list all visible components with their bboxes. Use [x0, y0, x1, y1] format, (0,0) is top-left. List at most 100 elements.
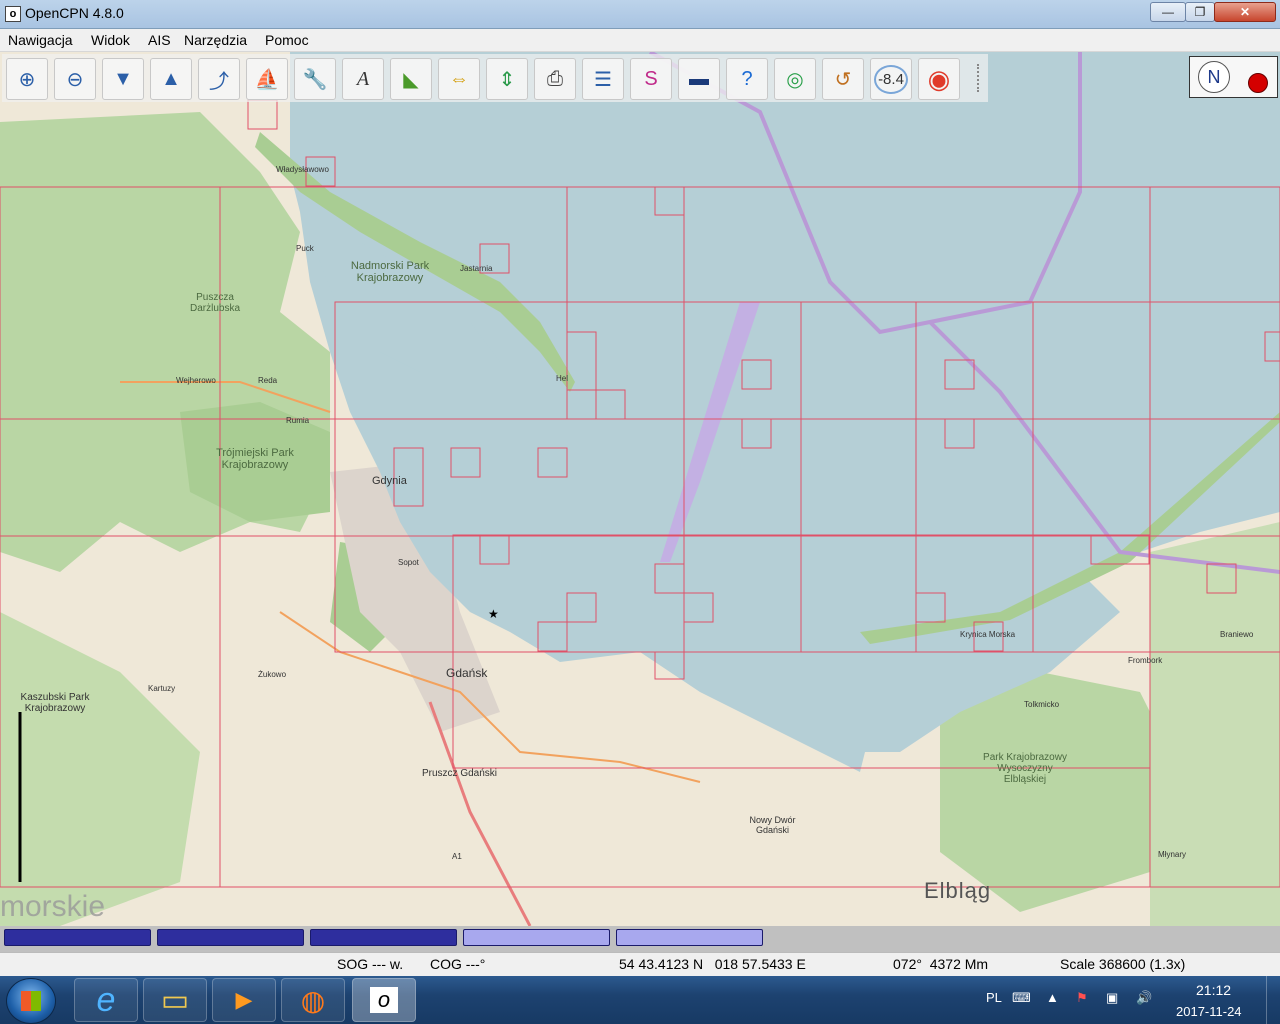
text-toggle-icon: A	[356, 67, 370, 90]
toolbar-grip[interactable]	[977, 64, 985, 92]
settings-button[interactable]: 🔧	[294, 58, 336, 100]
help-button[interactable]: ?	[726, 58, 768, 100]
taskbar-firefox[interactable]: ◍	[281, 978, 345, 1022]
taskbar-internet-explorer[interactable]: e	[74, 978, 138, 1022]
zoom-in-button[interactable]: ⊕	[6, 58, 48, 100]
action-center-icon[interactable]: ⚑	[1076, 990, 1088, 1006]
north-arrow-icon: N	[1198, 61, 1230, 93]
show-desktop-button[interactable]	[1266, 976, 1280, 1024]
map-label: Reda	[258, 376, 278, 385]
network-icon[interactable]: ▣	[1106, 990, 1118, 1006]
color-scheme-button[interactable]: ▬	[678, 58, 720, 100]
map-label: Nadmorski Park Krajobrazowy	[350, 260, 430, 284]
taskbar-file-explorer[interactable]: ▭	[143, 978, 207, 1022]
enc-light-icon: ◣	[403, 68, 419, 91]
route-manager-button[interactable]: ☰	[582, 58, 624, 100]
map-label: Żukowo	[258, 670, 287, 679]
status-bar: SOG --- w. COG ---° 54 43.4123 N 018 57.…	[0, 952, 1280, 977]
taskbar: e ▭ ▶ ◍ o PL ⌨ ▲ ⚑ ▣ 🔊 21:12 2017-11-24	[0, 976, 1280, 1024]
map-label: Wejherowo	[176, 376, 216, 385]
track-icon: S	[644, 67, 658, 90]
chart-bar	[0, 926, 1280, 952]
tide-height-icon: -8.4	[874, 64, 908, 94]
minimize-button[interactable]: —	[1150, 2, 1186, 22]
clock-time[interactable]: 21:12	[1196, 982, 1231, 998]
ais-button[interactable]: ◎	[774, 58, 816, 100]
chart-quilt-button[interactable]	[463, 929, 610, 946]
own-ship-marker: ★	[488, 607, 499, 621]
map-label: Trójmiejski Park Krajobrazowy	[216, 447, 294, 471]
menu-bar: Nawigacja Widok AIS Narzędzia Pomoc	[0, 29, 1280, 52]
map-label: Kaszubski Park Krajobrazowy	[20, 692, 90, 714]
compass-widget[interactable]: N	[1189, 56, 1278, 98]
close-button[interactable]: ✕	[1214, 2, 1276, 22]
language-indicator[interactable]: PL	[986, 990, 1002, 1005]
forest-area-east	[1150, 522, 1280, 926]
cog-readout: COG ---°	[430, 956, 486, 972]
tide-button[interactable]: ⇕	[486, 58, 528, 100]
follow-ship-button[interactable]: ⛵	[246, 58, 288, 100]
print-icon: ⎙	[547, 67, 563, 90]
file-explorer-icon: ▭	[160, 983, 190, 1017]
zoom-out-button[interactable]: ⊖	[54, 58, 96, 100]
maximize-button[interactable]: ❐	[1185, 2, 1215, 22]
map-label: Gdynia	[372, 475, 407, 487]
window-title: OpenCPN 4.8.0	[25, 5, 124, 21]
tide-height-button[interactable]: -8.4	[870, 58, 912, 100]
start-button[interactable]	[6, 978, 56, 1024]
taskbar-opencpn[interactable]: o	[352, 978, 416, 1022]
chart-quilt-button[interactable]	[4, 929, 151, 946]
scale-up-icon: ▲	[161, 67, 181, 90]
map-label: Młynary	[1158, 850, 1187, 859]
gps-status-icon	[1238, 63, 1268, 93]
menu-widok[interactable]: Widok	[91, 32, 130, 48]
chart-quilt-button[interactable]	[310, 929, 457, 946]
mob-line-button[interactable]: ↺	[822, 58, 864, 100]
scale-readout: Scale 368600 (1.3x)	[1060, 956, 1186, 972]
current-button[interactable]: ⇔	[438, 58, 480, 100]
menu-ais[interactable]: AIS	[148, 32, 171, 48]
windows-logo-icon	[21, 991, 41, 1011]
text-toggle-button[interactable]: A	[342, 58, 384, 100]
clock-date[interactable]: 2017-11-24	[1176, 1004, 1242, 1019]
settings-wrench-icon: 🔧	[302, 68, 328, 91]
tide-icon: ⇕	[498, 68, 516, 91]
map-label: A1	[452, 852, 462, 861]
internet-explorer-icon: e	[96, 980, 116, 1019]
man-overboard-icon: ◉	[927, 63, 951, 94]
map-label: Braniewo	[1220, 630, 1254, 639]
map-label: Elbląg	[924, 878, 992, 903]
map-label: Hel	[556, 374, 569, 383]
menu-pomoc[interactable]: Pomoc	[265, 32, 309, 48]
chart-quilt-button[interactable]	[157, 929, 304, 946]
menu-narzedzia[interactable]: Narzędzia	[184, 32, 247, 48]
track-button[interactable]: S	[630, 58, 672, 100]
scale-down-button[interactable]: ▼	[102, 58, 144, 100]
map-label: Frombork	[1128, 656, 1163, 665]
toolbar: ⊕ ⊖ ▼ ▲ ⤴ ⛵ 🔧 A ◣ ⇔ ⇕ ⎙ ☰ S ▬ ? ◎ ↺ -8.4…	[2, 54, 988, 102]
enc-light-button[interactable]: ◣	[390, 58, 432, 100]
scale-up-button[interactable]: ▲	[150, 58, 192, 100]
scale-down-icon: ▼	[113, 67, 133, 90]
route-manager-icon: ☰	[594, 68, 612, 91]
media-player-icon: ▶	[235, 987, 253, 1012]
help-icon: ?	[741, 67, 753, 90]
map-label: Puszcza Darżlubska	[189, 292, 241, 314]
taskbar-media-player[interactable]: ▶	[212, 978, 276, 1022]
map-label: Nowy Dwór Gdański	[749, 815, 796, 835]
chart-canvas[interactable]: ★ Nadmorski Park Krajobrazowy Trójmiejsk…	[0, 52, 1280, 926]
print-button[interactable]: ⎙	[534, 58, 576, 100]
title-bar: o OpenCPN 4.8.0 — ❐ ✕	[0, 0, 1280, 29]
sog-readout: SOG --- w.	[337, 956, 404, 972]
menu-nawigacja[interactable]: Nawigacja	[8, 32, 73, 48]
zoom-out-icon: ⊖	[66, 68, 84, 91]
map-label: Park Krajobrazowy Wysoczyzny Elbląskiej	[983, 752, 1067, 785]
show-hidden-icons-icon[interactable]: ▲	[1046, 990, 1059, 1005]
keyboard-icon[interactable]: ⌨	[1012, 990, 1031, 1006]
chart-quilt-button[interactable]	[616, 929, 763, 946]
map-label: Puck	[296, 244, 314, 253]
man-overboard-button[interactable]: ◉	[918, 58, 960, 100]
route-button[interactable]: ⤴	[198, 58, 240, 100]
map-label: Krynica Morska	[960, 630, 1016, 639]
volume-icon[interactable]: 🔊	[1136, 990, 1152, 1006]
